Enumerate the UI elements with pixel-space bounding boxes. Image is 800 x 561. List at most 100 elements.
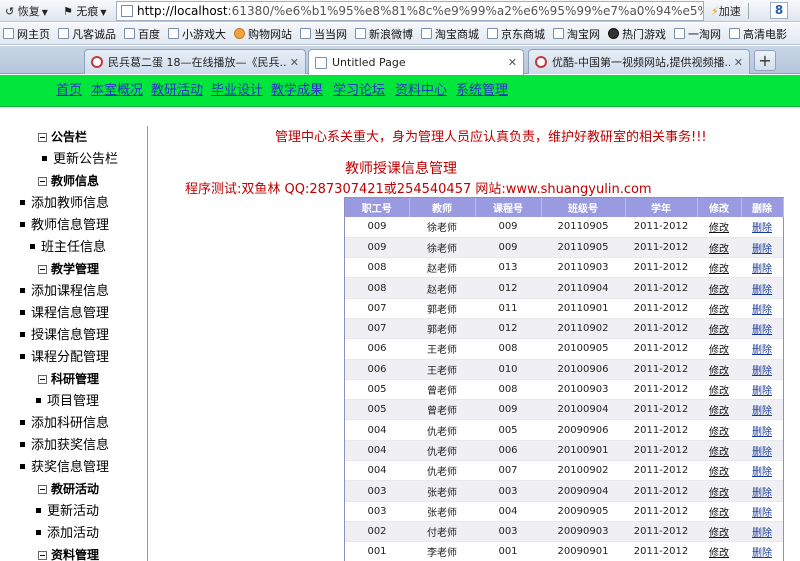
sidebar-group[interactable]: 教研活动 [38, 480, 99, 497]
delete-link[interactable]: 删除 [752, 264, 772, 275]
edit-link[interactable]: 修改 [709, 366, 729, 377]
collapse-icon[interactable] [38, 177, 47, 186]
sidebar-item[interactable]: 添加科研信息 [20, 412, 109, 431]
restore-button[interactable]: ↺ 恢复 ▼ [0, 2, 53, 20]
bookmark-item[interactable]: 热门游戏 [605, 26, 671, 42]
delete-link[interactable]: 删除 [752, 447, 772, 458]
table-cell: 张老师 [409, 480, 475, 502]
sidebar-group[interactable]: 资料管理 [38, 546, 99, 561]
bookmark-item[interactable]: 淘宝网 [550, 26, 605, 42]
bookmark-item[interactable]: 一淘网 [671, 26, 726, 42]
sidebar-item[interactable]: 更新公告栏 [42, 148, 118, 167]
bookmark-item[interactable]: 京东商城 [484, 26, 550, 42]
edit-link[interactable]: 修改 [709, 386, 729, 397]
delete-link[interactable]: 删除 [752, 366, 772, 377]
sidebar-item[interactable]: 教师信息管理 [20, 214, 109, 233]
bookmark-icon [124, 28, 135, 39]
address-bar[interactable]: http://localhost:61380/%e6%b1%95%e8%81%8… [116, 1, 704, 21]
new-tab-button[interactable]: + [754, 50, 776, 71]
edit-link[interactable]: 修改 [709, 548, 729, 559]
delete-link[interactable]: 删除 [752, 427, 772, 438]
sidebar-item[interactable]: 课程信息管理 [20, 302, 109, 321]
delete-link[interactable]: 删除 [752, 223, 772, 234]
nav-link[interactable]: 系统管理 [456, 79, 508, 98]
nav-link[interactable]: 学习论坛 [333, 79, 385, 98]
delete-link[interactable]: 删除 [752, 305, 772, 316]
delete-link[interactable]: 删除 [752, 488, 772, 499]
collapse-icon[interactable] [38, 375, 47, 384]
table-row: 004 仇老师 006 20100901 2011-2012 修改 删除 [345, 440, 783, 462]
close-tab-icon[interactable]: ✕ [290, 56, 299, 69]
sidebar-group[interactable]: 科研管理 [38, 370, 99, 387]
nav-link[interactable]: 教研活动 [151, 79, 203, 98]
sidebar-item[interactable]: 添加获奖信息 [20, 434, 109, 453]
delete-link[interactable]: 删除 [752, 345, 772, 356]
edit-link[interactable]: 修改 [709, 244, 729, 255]
sidebar-item[interactable]: 添加课程信息 [20, 280, 109, 299]
delete-link[interactable]: 删除 [752, 406, 772, 417]
delete-link[interactable]: 删除 [752, 528, 772, 539]
bookmark-item[interactable]: 淘宝商城 [418, 26, 484, 42]
sidebar-group[interactable]: 公告栏 [38, 128, 87, 145]
edit-link[interactable]: 修改 [709, 345, 729, 356]
edit-link[interactable]: 修改 [709, 406, 729, 417]
delete-link[interactable]: 删除 [752, 325, 772, 336]
delete-link[interactable]: 删除 [752, 467, 772, 478]
collapse-icon[interactable] [38, 551, 47, 560]
edit-link[interactable]: 修改 [709, 488, 729, 499]
delete-link[interactable]: 删除 [752, 508, 772, 519]
sidebar-item[interactable]: 获奖信息管理 [20, 456, 109, 475]
bookmark-item[interactable]: 高清电影 [726, 26, 792, 42]
bookmark-item[interactable]: 当当网 [297, 26, 352, 42]
nav-link[interactable]: 本室概况 [91, 79, 143, 98]
edit-link[interactable]: 修改 [709, 528, 729, 539]
bookmark-item[interactable]: 购物网站 [231, 26, 297, 42]
tab-untitled-page[interactable]: Untitled Page ✕ [308, 49, 524, 75]
sidebar-item[interactable]: 更新活动 [36, 500, 99, 519]
delete-link[interactable]: 删除 [752, 285, 772, 296]
sidebar-item[interactable]: 添加活动 [36, 522, 99, 541]
edit-link[interactable]: 修改 [709, 264, 729, 275]
edit-link[interactable]: 修改 [709, 285, 729, 296]
bookmark-item[interactable]: 网主页 [0, 26, 55, 42]
delete-link[interactable]: 删除 [752, 386, 772, 397]
sidebar-item[interactable]: 授课信息管理 [20, 324, 109, 343]
collapse-icon[interactable] [38, 265, 47, 274]
edit-link[interactable]: 修改 [709, 305, 729, 316]
edit-link[interactable]: 修改 [709, 467, 729, 478]
collapse-icon[interactable] [38, 133, 47, 142]
bookmark-item[interactable]: 百度 [121, 26, 165, 42]
delete-link[interactable]: 删除 [752, 244, 772, 255]
edit-link[interactable]: 修改 [709, 223, 729, 234]
edit-link[interactable]: 修改 [709, 427, 729, 438]
sidebar-group[interactable]: 教师信息 [38, 172, 99, 189]
edit-link[interactable]: 修改 [709, 447, 729, 458]
bookmark-item[interactable]: 凡客诚品 [55, 26, 121, 42]
tab-video-mingbing[interactable]: 民兵葛二蛋 18—在线播放—《民兵... ✕ [84, 49, 306, 74]
edit-link[interactable]: 修改 [709, 325, 729, 336]
table-row: 003 张老师 003 20090904 2011-2012 修改 删除 [345, 480, 783, 502]
bookmark-icon [355, 28, 366, 39]
sidebar-item[interactable]: 项目管理 [36, 390, 99, 409]
table-cell: 2011-2012 [625, 318, 697, 340]
accelerate-button[interactable]: ⚡加速 [706, 2, 746, 20]
tab-youku[interactable]: 优酷-中国第一视频网站,提供视频播... ✕ [528, 49, 750, 74]
bookmark-item[interactable]: 新浪微博 [352, 26, 418, 42]
close-tab-icon[interactable]: ✕ [734, 56, 743, 69]
nav-link[interactable]: 资料中心 [395, 79, 447, 98]
incognito-button[interactable]: ⚑ 无痕 ▼ [58, 2, 112, 20]
delete-link[interactable]: 删除 [752, 548, 772, 559]
sidebar-group[interactable]: 教学管理 [38, 260, 99, 277]
nav-link[interactable]: 教学成果 [271, 79, 323, 98]
table-cell: 009 [345, 237, 409, 259]
nav-link[interactable]: 毕业设计 [211, 79, 263, 98]
collapse-icon[interactable] [38, 485, 47, 494]
close-tab-icon[interactable]: ✕ [508, 56, 517, 69]
nav-link[interactable]: 首页 [56, 79, 82, 98]
sidebar-item[interactable]: 班主任信息 [30, 236, 106, 255]
edit-link[interactable]: 修改 [709, 508, 729, 519]
search-engine-icon[interactable]: 8 [770, 2, 788, 19]
bookmark-item[interactable]: 小游戏大 [165, 26, 231, 42]
sidebar-item[interactable]: 添加教师信息 [20, 192, 109, 211]
sidebar-item[interactable]: 课程分配管理 [20, 346, 109, 365]
